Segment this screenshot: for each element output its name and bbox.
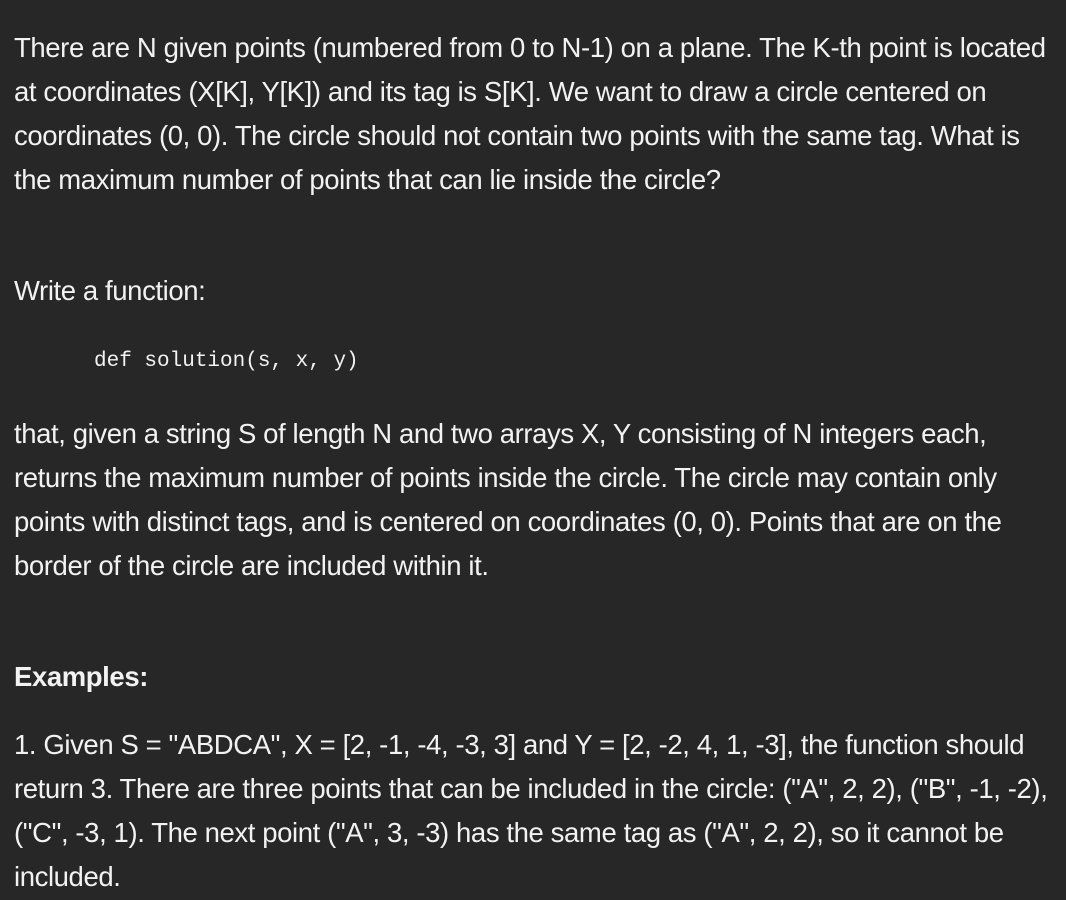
example-1-paragraph: 1. Given S = "ABDCA", X = [2, -1, -4, -3… [14, 729, 1048, 892]
problem-statement: There are N given points (numbered from … [0, 0, 1066, 900]
examples-heading: Examples: [14, 661, 148, 692]
write-function-paragraph: Write a function: [14, 275, 206, 306]
intro-paragraph: There are N given points (numbered from … [14, 32, 1046, 195]
function-signature-code: def solution(s, x, y) [94, 350, 359, 373]
description-paragraph: that, given a string S of length N and t… [14, 418, 1002, 581]
